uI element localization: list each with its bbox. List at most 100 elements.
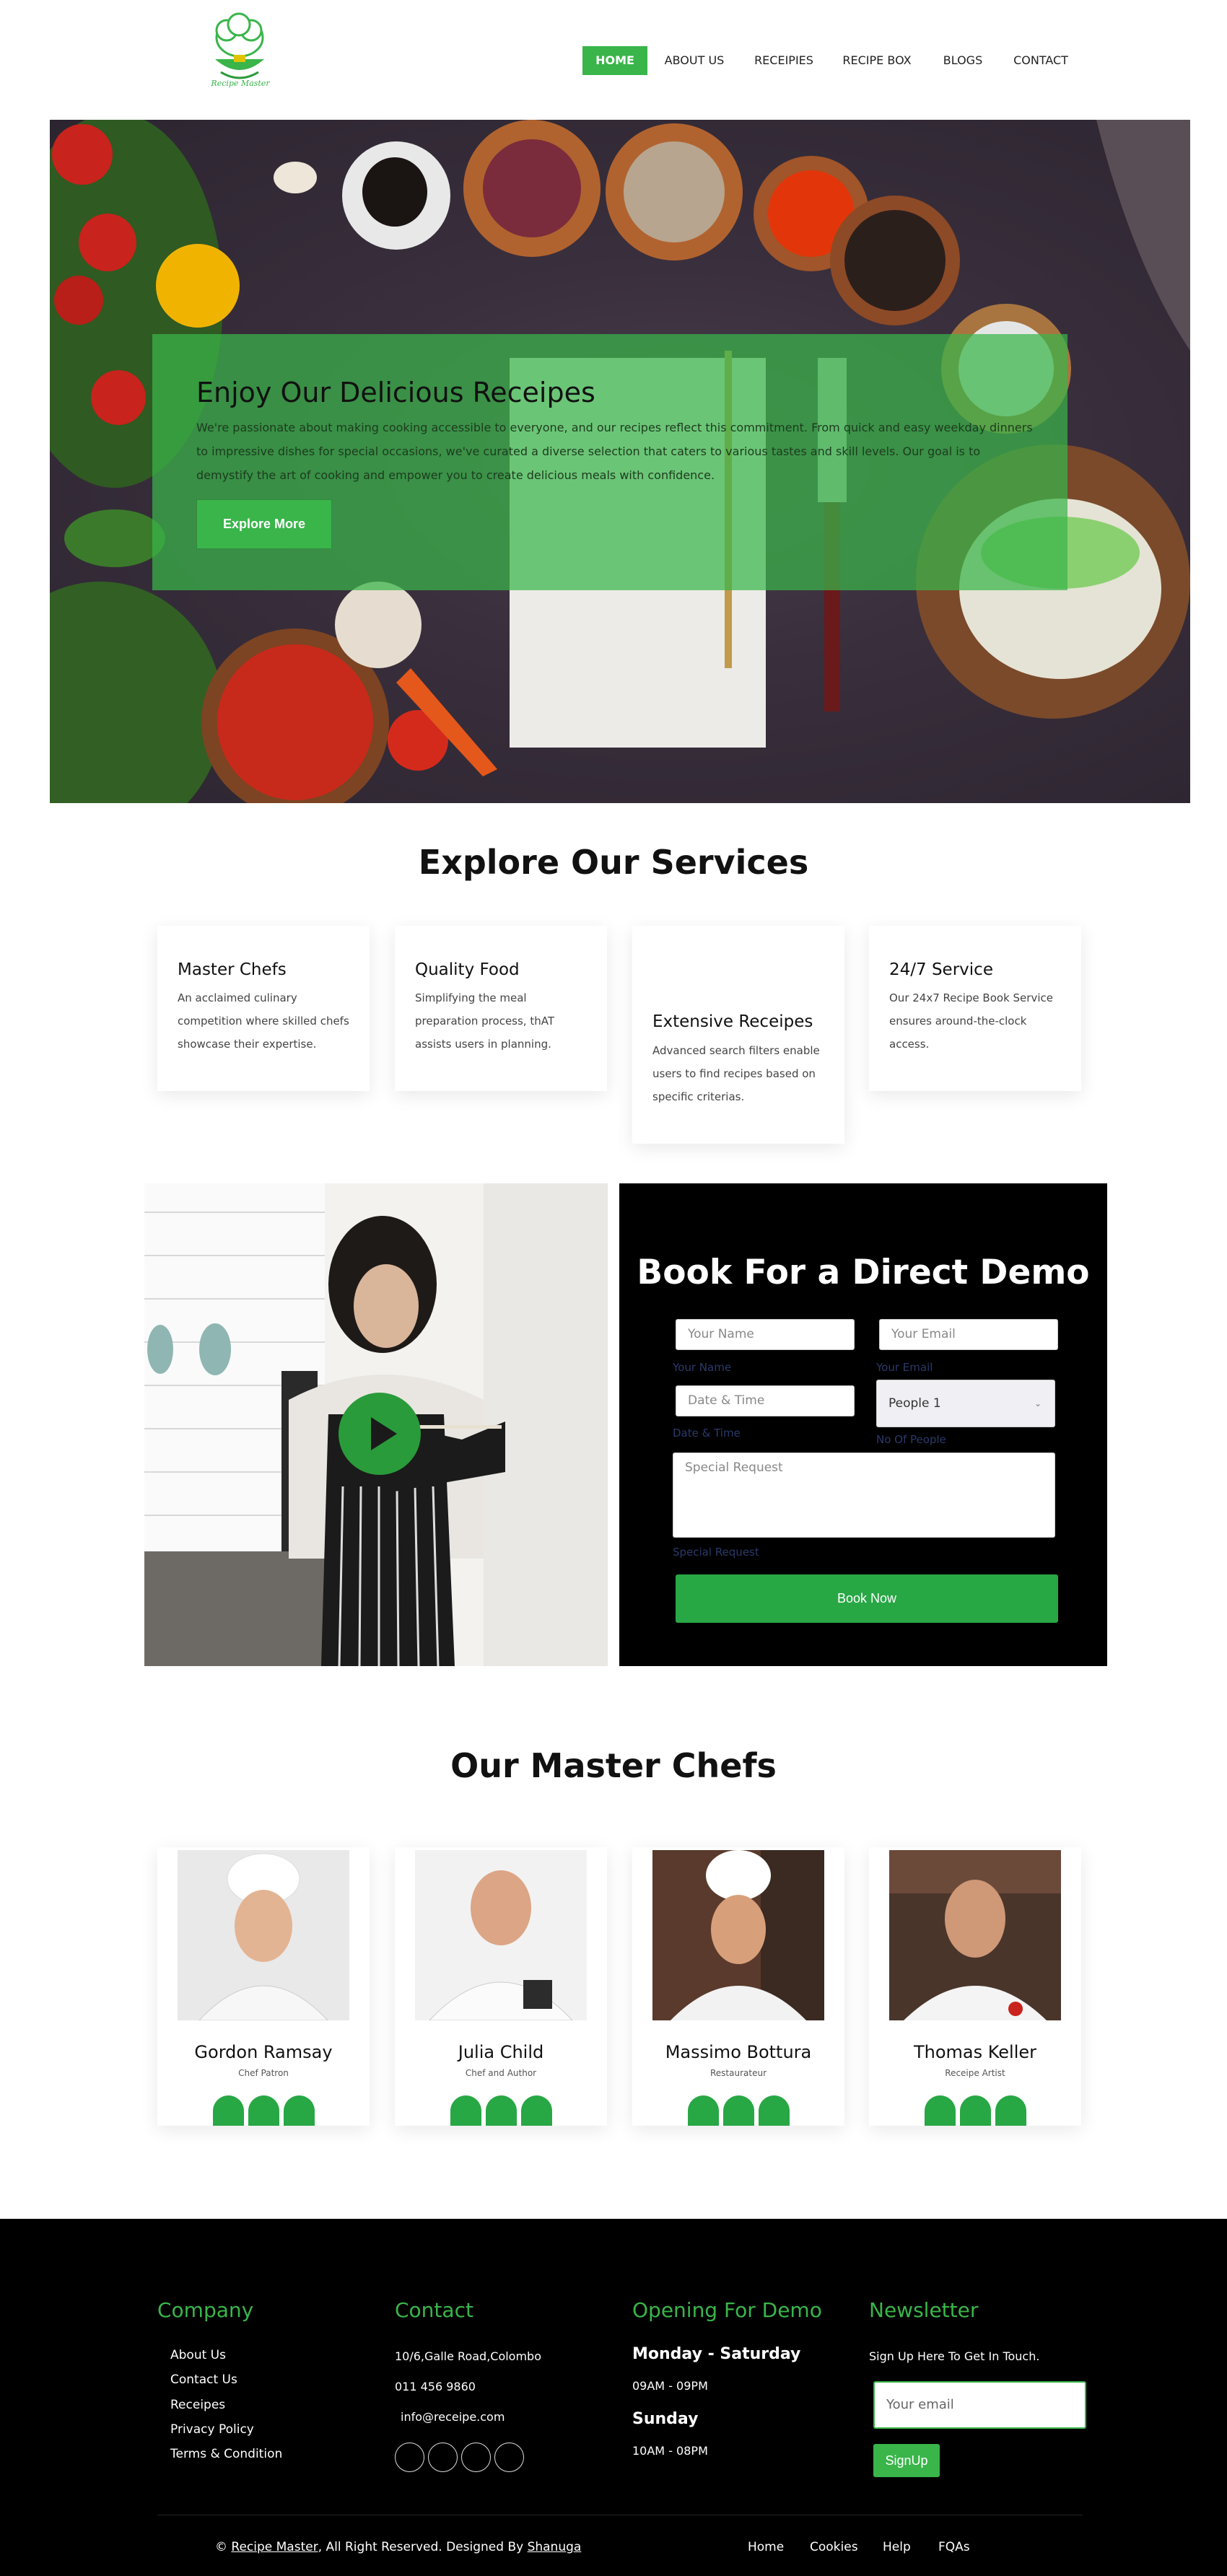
nav-about-us[interactable]: ABOUT US <box>657 46 732 75</box>
footer-newsletter-title: Newsletter <box>869 2298 979 2322</box>
book-now-button[interactable]: Book Now <box>676 1574 1058 1623</box>
social-link-button[interactable] <box>521 2095 552 2126</box>
bottom-link-home[interactable]: Home <box>748 2540 784 2554</box>
footer-link-terms[interactable]: Terms & Condition <box>170 2447 282 2461</box>
bottom-link-cookies[interactable]: Cookies <box>810 2540 858 2554</box>
special-request-label: Special Request <box>673 1546 759 1559</box>
sunday-label: Sunday <box>632 2410 699 2428</box>
copyright-brand-link[interactable]: Recipe Master <box>231 2540 318 2554</box>
copyright-text: , All Right Reserved. Designed By <box>318 2540 524 2554</box>
social-link-button[interactable] <box>960 2095 991 2126</box>
chef-photo <box>889 1850 1061 2020</box>
footer-link-contact-us[interactable]: Contact Us <box>170 2373 237 2387</box>
hero-title: Enjoy Our Delicious Receipes <box>196 377 595 408</box>
chef-card-gordon-ramsay: Gordon Ramsay Chef Patron <box>157 1847 370 2126</box>
chef-role: Chef Patron <box>238 2068 289 2078</box>
social-link-button[interactable] <box>486 2095 517 2126</box>
service-card-extensive-receipes: Extensive Receipes Advanced search filte… <box>632 926 844 1144</box>
footer-phone: 011 456 9860 <box>395 2380 476 2393</box>
chef-card-thomas-keller: Thomas Keller Receipe Artist <box>869 1847 1081 2126</box>
hero-banner: Enjoy Our Delicious Receipes We're passi… <box>50 120 1190 803</box>
nav-recipe-box[interactable]: RECIPE BOX <box>837 46 917 75</box>
bottom-link-fqas[interactable]: FQAs <box>938 2540 970 2554</box>
nav-home[interactable]: HOME <box>582 46 647 75</box>
demo-title: Book For a Direct Demo <box>637 1253 1090 1292</box>
name-label: Your Name <box>673 1361 732 1374</box>
social-link-button[interactable] <box>925 2095 956 2126</box>
services-title: Explore Our Services <box>418 843 809 882</box>
service-card-master-chefs: Master Chefs An acclaimed culinary compe… <box>157 926 370 1091</box>
demo-booking-form: Book For a Direct Demo Your Name Your Na… <box>619 1183 1107 1666</box>
newsletter-email-input[interactable]: Your email <box>873 2381 1086 2429</box>
footer-social-icon[interactable] <box>461 2443 491 2472</box>
signup-button[interactable]: SignUp <box>873 2444 940 2477</box>
footer-email: info@receipe.com <box>401 2410 505 2424</box>
email-label: Your Email <box>876 1361 933 1374</box>
service-description: An acclaimed culinary competition where … <box>178 991 349 1051</box>
chef-name: Gordon Ramsay <box>194 2042 333 2062</box>
chevron-down-icon: ⌄ <box>1034 1398 1042 1409</box>
social-link-button[interactable] <box>213 2095 244 2126</box>
service-description: Advanced search filters enable users to … <box>652 1044 820 1103</box>
name-input[interactable]: Your Name <box>676 1319 855 1350</box>
chef-role: Restaurateur <box>709 2068 767 2078</box>
explore-more-button[interactable]: Explore More <box>197 500 331 548</box>
hero-description: We're passionate about making cooking ac… <box>196 421 1033 482</box>
sunday-hours: 10AM - 08PM <box>632 2444 708 2458</box>
people-select[interactable]: People 1 ⌄ <box>876 1380 1055 1427</box>
chefs-title: Our Master Chefs <box>450 1746 777 1785</box>
date-time-input[interactable]: Date & Time <box>676 1385 855 1416</box>
service-title: Quality Food <box>415 960 520 979</box>
chef-reading-image <box>144 1183 608 1666</box>
special-request-textarea[interactable]: Special Request <box>673 1453 1055 1538</box>
service-description: Simplifying the meal preparation process… <box>415 991 554 1051</box>
social-link-button[interactable] <box>284 2095 315 2126</box>
social-link-button[interactable] <box>723 2095 754 2126</box>
footer-social-icon[interactable] <box>395 2443 424 2472</box>
copyright: © Recipe Master, All Right Reserved. Des… <box>215 2540 581 2554</box>
nav-receipies[interactable]: RECEIPIES <box>748 46 820 75</box>
nav-blogs[interactable]: BLOGS <box>934 46 992 75</box>
chef-name: Thomas Keller <box>913 2042 1037 2062</box>
social-link-button[interactable] <box>248 2095 279 2126</box>
chef-photo <box>178 1850 349 2020</box>
chef-photo <box>652 1850 824 2020</box>
logo-text: Recipe Master <box>211 79 270 88</box>
navbar: Recipe Master HOME ABOUT US RECEIPIES RE… <box>0 0 1227 120</box>
footer-social-icon[interactable] <box>428 2443 458 2472</box>
chef-name: Massimo Bottura <box>665 2042 812 2062</box>
footer-link-about-us[interactable]: About Us <box>170 2348 226 2362</box>
nav-contact[interactable]: CONTACT <box>1008 46 1074 75</box>
service-description: Our 24x7 Recipe Book Service ensures aro… <box>889 991 1053 1051</box>
chef-role: Receipe Artist <box>945 2068 1005 2078</box>
service-card-quality-food: Quality Food Simplifying the meal prepar… <box>395 926 607 1091</box>
bottom-link-help[interactable]: Help <box>883 2540 911 2554</box>
date-time-label: Date & Time <box>673 1427 741 1440</box>
copyright-symbol: © <box>215 2540 227 2554</box>
social-link-button[interactable] <box>995 2095 1026 2126</box>
weekday-label: Monday - Saturday <box>632 2345 801 2363</box>
footer-address: 10/6,Galle Road,Colombo <box>395 2349 541 2363</box>
chef-role: Chef and Author <box>465 2068 537 2078</box>
chef-name: Julia Child <box>458 2042 544 2062</box>
service-card-24-7: 24/7 Service Our 24x7 Recipe Book Servic… <box>869 926 1081 1091</box>
chef-card-julia-child: Julia Child Chef and Author <box>395 1847 607 2126</box>
play-video-button[interactable] <box>339 1393 421 1475</box>
chef-card-massimo-bottura: Massimo Bottura Restaurateur <box>632 1847 844 2126</box>
social-link-button[interactable] <box>759 2095 790 2126</box>
people-select-value: People 1 <box>888 1396 941 1411</box>
social-link-button[interactable] <box>688 2095 719 2126</box>
footer-hours-title: Opening For Demo <box>632 2298 822 2322</box>
designer-link[interactable]: Shanuga <box>528 2540 582 2554</box>
social-link-button[interactable] <box>450 2095 481 2126</box>
newsletter-text: Sign Up Here To Get In Touch. <box>869 2349 1040 2363</box>
footer-contact-title: Contact <box>395 2298 473 2322</box>
footer-link-receipes[interactable]: Receipes <box>170 2398 225 2412</box>
service-title: Extensive Receipes <box>652 1012 813 1031</box>
footer: Company About Us Contact Us Receipes Pri… <box>0 2219 1227 2576</box>
footer-company-title: Company <box>157 2298 254 2322</box>
footer-social-icon[interactable] <box>494 2443 524 2472</box>
email-input[interactable]: Your Email <box>879 1319 1058 1350</box>
footer-link-privacy-policy[interactable]: Privacy Policy <box>170 2422 254 2437</box>
service-title: Master Chefs <box>178 960 287 979</box>
